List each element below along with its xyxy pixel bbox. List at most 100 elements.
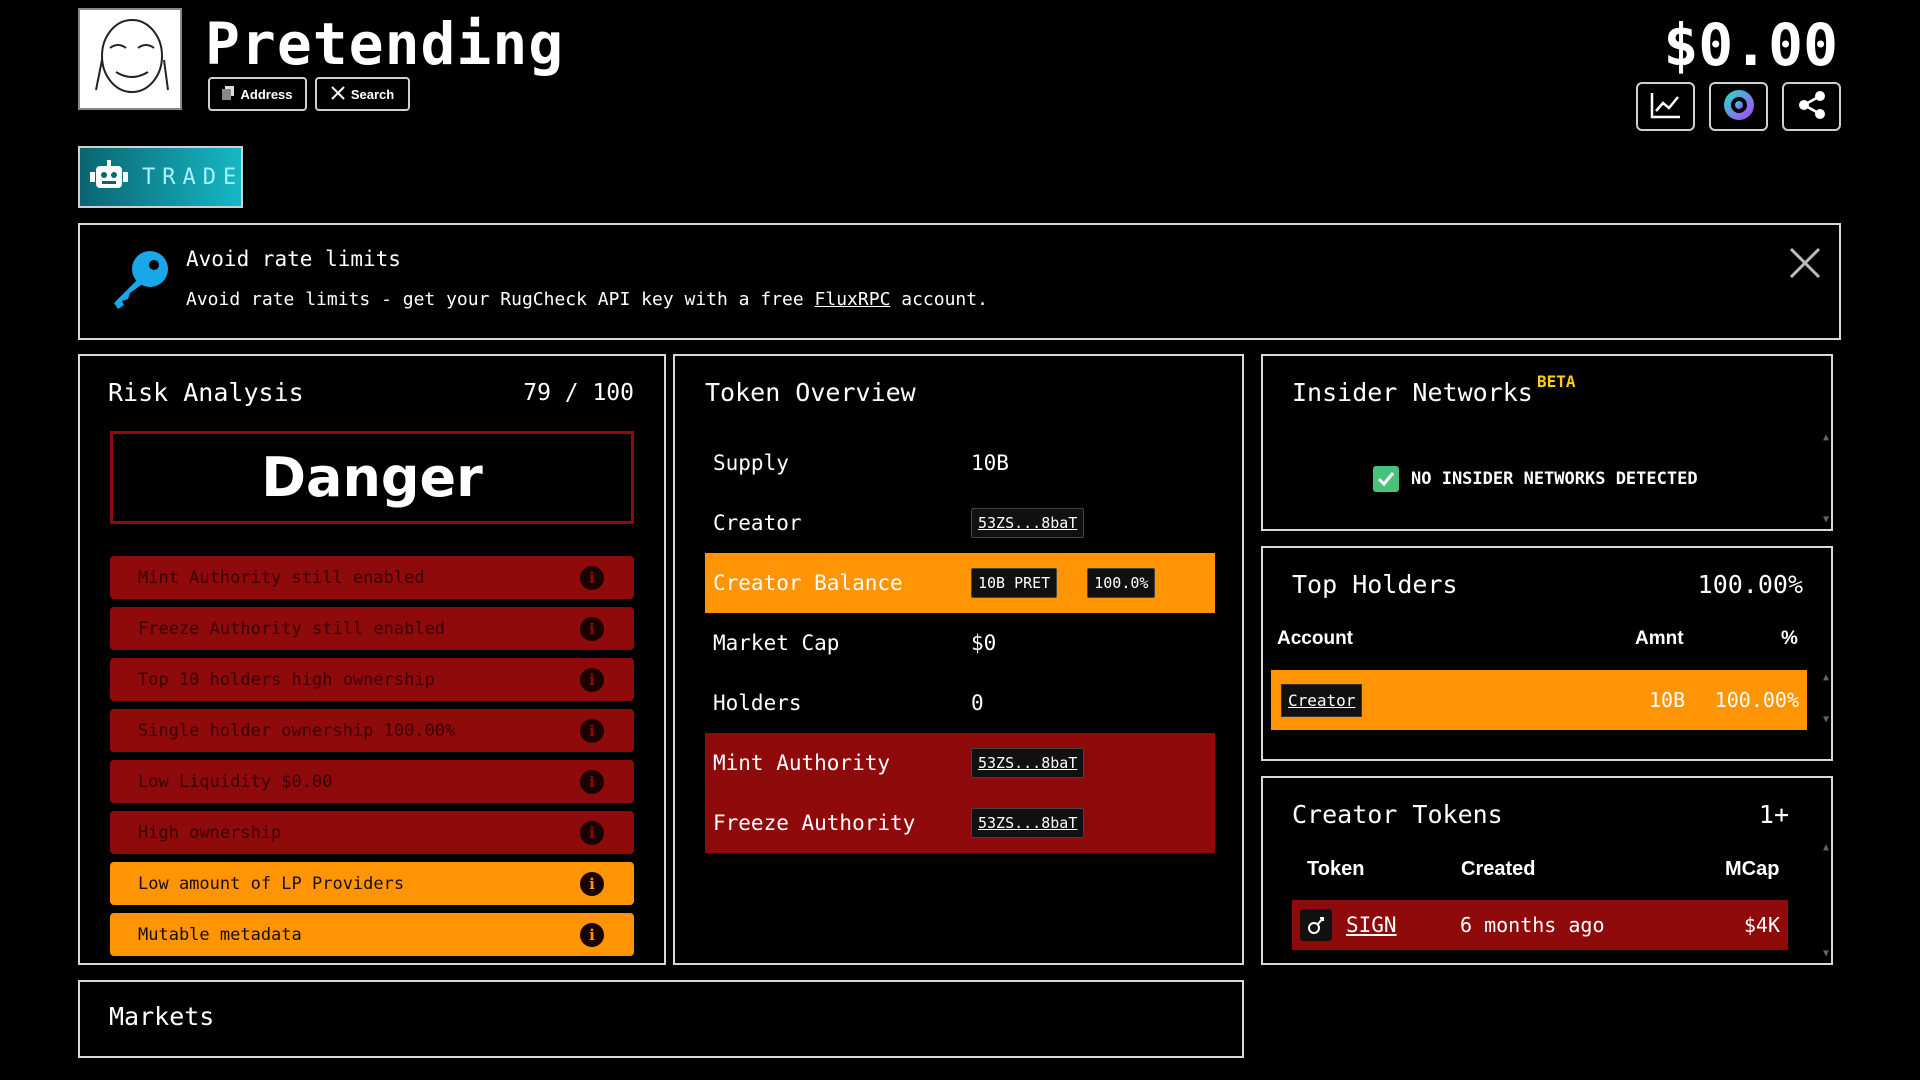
share-button[interactable] bbox=[1782, 82, 1841, 131]
creator-label: Creator bbox=[713, 511, 802, 535]
info-icon[interactable]: i bbox=[580, 770, 604, 794]
freeze-authority-row: Freeze Authority 53ZS...8baT bbox=[705, 793, 1215, 853]
x-search-label: Search bbox=[350, 86, 395, 102]
risk-item-label: Top 10 holders high ownership bbox=[138, 669, 435, 690]
market-cap-label: Market Cap bbox=[713, 631, 840, 655]
markets-panel: Markets bbox=[78, 980, 1244, 1058]
market-cap-row: Market Cap $0 bbox=[705, 613, 1215, 673]
risk-item-label: Low amount of LP Providers bbox=[138, 873, 405, 894]
risk-item: Mint Authority still enabled i bbox=[110, 556, 634, 599]
holders-row: Holders 0 bbox=[705, 673, 1215, 733]
mint-authority-label: Mint Authority bbox=[713, 751, 891, 775]
info-icon[interactable]: i bbox=[580, 821, 604, 845]
creator-balance-percent: 100.0% bbox=[1087, 568, 1156, 598]
creator-address-link[interactable]: 53ZS...8baT bbox=[971, 508, 1085, 538]
info-icon[interactable]: i bbox=[580, 872, 604, 896]
creator-row: Creator 53ZS...8baT bbox=[705, 493, 1215, 553]
percent-column-header: % bbox=[1781, 628, 1798, 649]
insider-networks-title: Insider Networks bbox=[1292, 378, 1533, 407]
creator-balance-amount: 10B PRET bbox=[971, 568, 1058, 598]
info-icon[interactable]: i bbox=[580, 566, 604, 590]
markets-title: Markets bbox=[109, 1002, 215, 1031]
holders-label: Holders bbox=[713, 691, 802, 715]
beta-badge: BETA bbox=[1537, 372, 1576, 391]
token-name: Pretending bbox=[205, 10, 565, 78]
scanner-button[interactable] bbox=[1709, 82, 1768, 131]
token-avatar bbox=[78, 8, 182, 110]
table-row: SIGN 6 months ago $4K bbox=[1292, 900, 1788, 950]
info-icon[interactable]: i bbox=[580, 617, 604, 641]
top-holders-total-percent: 100.00% bbox=[1697, 570, 1803, 599]
risk-item: Mutable metadata i bbox=[110, 913, 634, 956]
rate-limit-banner: Avoid rate limits Avoid rate limits - ge… bbox=[78, 223, 1841, 340]
token-icon bbox=[1300, 909, 1332, 941]
token-overview-title: Token Overview bbox=[705, 378, 916, 407]
risk-item-label: High ownership bbox=[138, 822, 282, 843]
mint-authority-link[interactable]: 53ZS...8baT bbox=[971, 748, 1085, 778]
supply-value: 10B bbox=[971, 451, 1009, 475]
token-price: $0.00 bbox=[1663, 11, 1838, 79]
trade-label: TRADE bbox=[142, 164, 244, 190]
top-holders-panel: Top Holders 100.00% Account Amnt % Creat… bbox=[1261, 546, 1833, 761]
risk-item-label: Freeze Authority still enabled bbox=[138, 618, 446, 639]
creator-tokens-count: 1+ bbox=[1758, 800, 1789, 829]
scroll-up-icon[interactable]: ▲ bbox=[1823, 432, 1829, 443]
scroll-up-icon[interactable]: ▲ bbox=[1823, 672, 1829, 683]
creator-tokens-title: Creator Tokens bbox=[1292, 800, 1503, 829]
amount-column-header: Amnt bbox=[1635, 628, 1684, 649]
supply-label: Supply bbox=[713, 451, 789, 475]
token-created: 6 months ago bbox=[1460, 913, 1605, 937]
info-icon[interactable]: i bbox=[580, 719, 604, 743]
token-column-header: Token bbox=[1307, 858, 1365, 880]
line-chart-icon bbox=[1650, 91, 1682, 123]
token-mcap: $4K bbox=[1743, 913, 1780, 937]
scroll-down-icon[interactable]: ▼ bbox=[1823, 514, 1829, 525]
holders-value: 0 bbox=[971, 691, 984, 715]
check-icon bbox=[1373, 466, 1399, 492]
fluxrpc-link[interactable]: FluxRPC bbox=[815, 289, 891, 310]
robot-icon bbox=[90, 160, 128, 194]
x-logo-icon bbox=[331, 85, 345, 103]
mint-authority-row: Mint Authority 53ZS...8baT bbox=[705, 733, 1215, 793]
risk-item-label: Low Liquidity $0.00 bbox=[138, 771, 333, 792]
mcap-column-header: MCap bbox=[1725, 858, 1780, 880]
insider-networks-panel: Insider Networks BETA NO INSIDER NETWORK… bbox=[1261, 354, 1833, 531]
risk-level-badge: Danger bbox=[110, 431, 634, 524]
freeze-authority-link[interactable]: 53ZS...8baT bbox=[971, 808, 1085, 838]
insider-status: NO INSIDER NETWORKS DETECTED bbox=[1373, 466, 1698, 492]
scroll-down-icon[interactable]: ▼ bbox=[1823, 714, 1829, 725]
scanner-logo-icon bbox=[1722, 88, 1756, 126]
risk-item: Low amount of LP Providers i bbox=[110, 862, 634, 905]
info-icon[interactable]: i bbox=[580, 668, 604, 692]
risk-score: 79 / 100 bbox=[523, 380, 634, 406]
copy-icon bbox=[222, 85, 235, 103]
risk-analysis-panel: Risk Analysis 79 / 100 Danger Mint Autho… bbox=[78, 354, 666, 965]
banner-text: Avoid rate limits - get your RugCheck AP… bbox=[186, 289, 988, 310]
risk-item-label: Mutable metadata bbox=[138, 924, 302, 945]
risk-item: Top 10 holders high ownership i bbox=[110, 658, 634, 701]
banner-text-after: account. bbox=[890, 289, 988, 310]
table-row: Creator 10B 100.00% bbox=[1271, 670, 1807, 730]
risk-item: Freeze Authority still enabled i bbox=[110, 607, 634, 650]
scroll-down-icon[interactable]: ▼ bbox=[1823, 948, 1829, 959]
banner-title: Avoid rate limits bbox=[186, 247, 401, 271]
holder-percent: 100.00% bbox=[1714, 688, 1799, 712]
copy-address-button[interactable]: Address bbox=[208, 77, 307, 111]
close-banner-button[interactable] bbox=[1785, 243, 1825, 283]
chart-button[interactable] bbox=[1636, 82, 1695, 131]
token-link[interactable]: SIGN bbox=[1346, 913, 1397, 937]
creator-balance-row: Creator Balance 10B PRET 100.0% bbox=[705, 553, 1215, 613]
scroll-up-icon[interactable]: ▲ bbox=[1823, 842, 1829, 853]
holder-account-link[interactable]: Creator bbox=[1281, 683, 1363, 717]
risk-analysis-title: Risk Analysis bbox=[108, 378, 304, 407]
risk-item-label: Mint Authority still enabled bbox=[138, 567, 425, 588]
key-icon bbox=[108, 249, 172, 317]
trade-button[interactable]: TRADE bbox=[78, 146, 243, 208]
x-search-button[interactable]: Search bbox=[315, 77, 410, 111]
risk-item: High ownership i bbox=[110, 811, 634, 854]
created-column-header: Created bbox=[1461, 858, 1536, 880]
banner-text-before: Avoid rate limits - get your RugCheck AP… bbox=[186, 289, 815, 310]
top-holders-title: Top Holders bbox=[1292, 570, 1458, 599]
info-icon[interactable]: i bbox=[580, 923, 604, 947]
creator-balance-label: Creator Balance bbox=[713, 571, 903, 595]
